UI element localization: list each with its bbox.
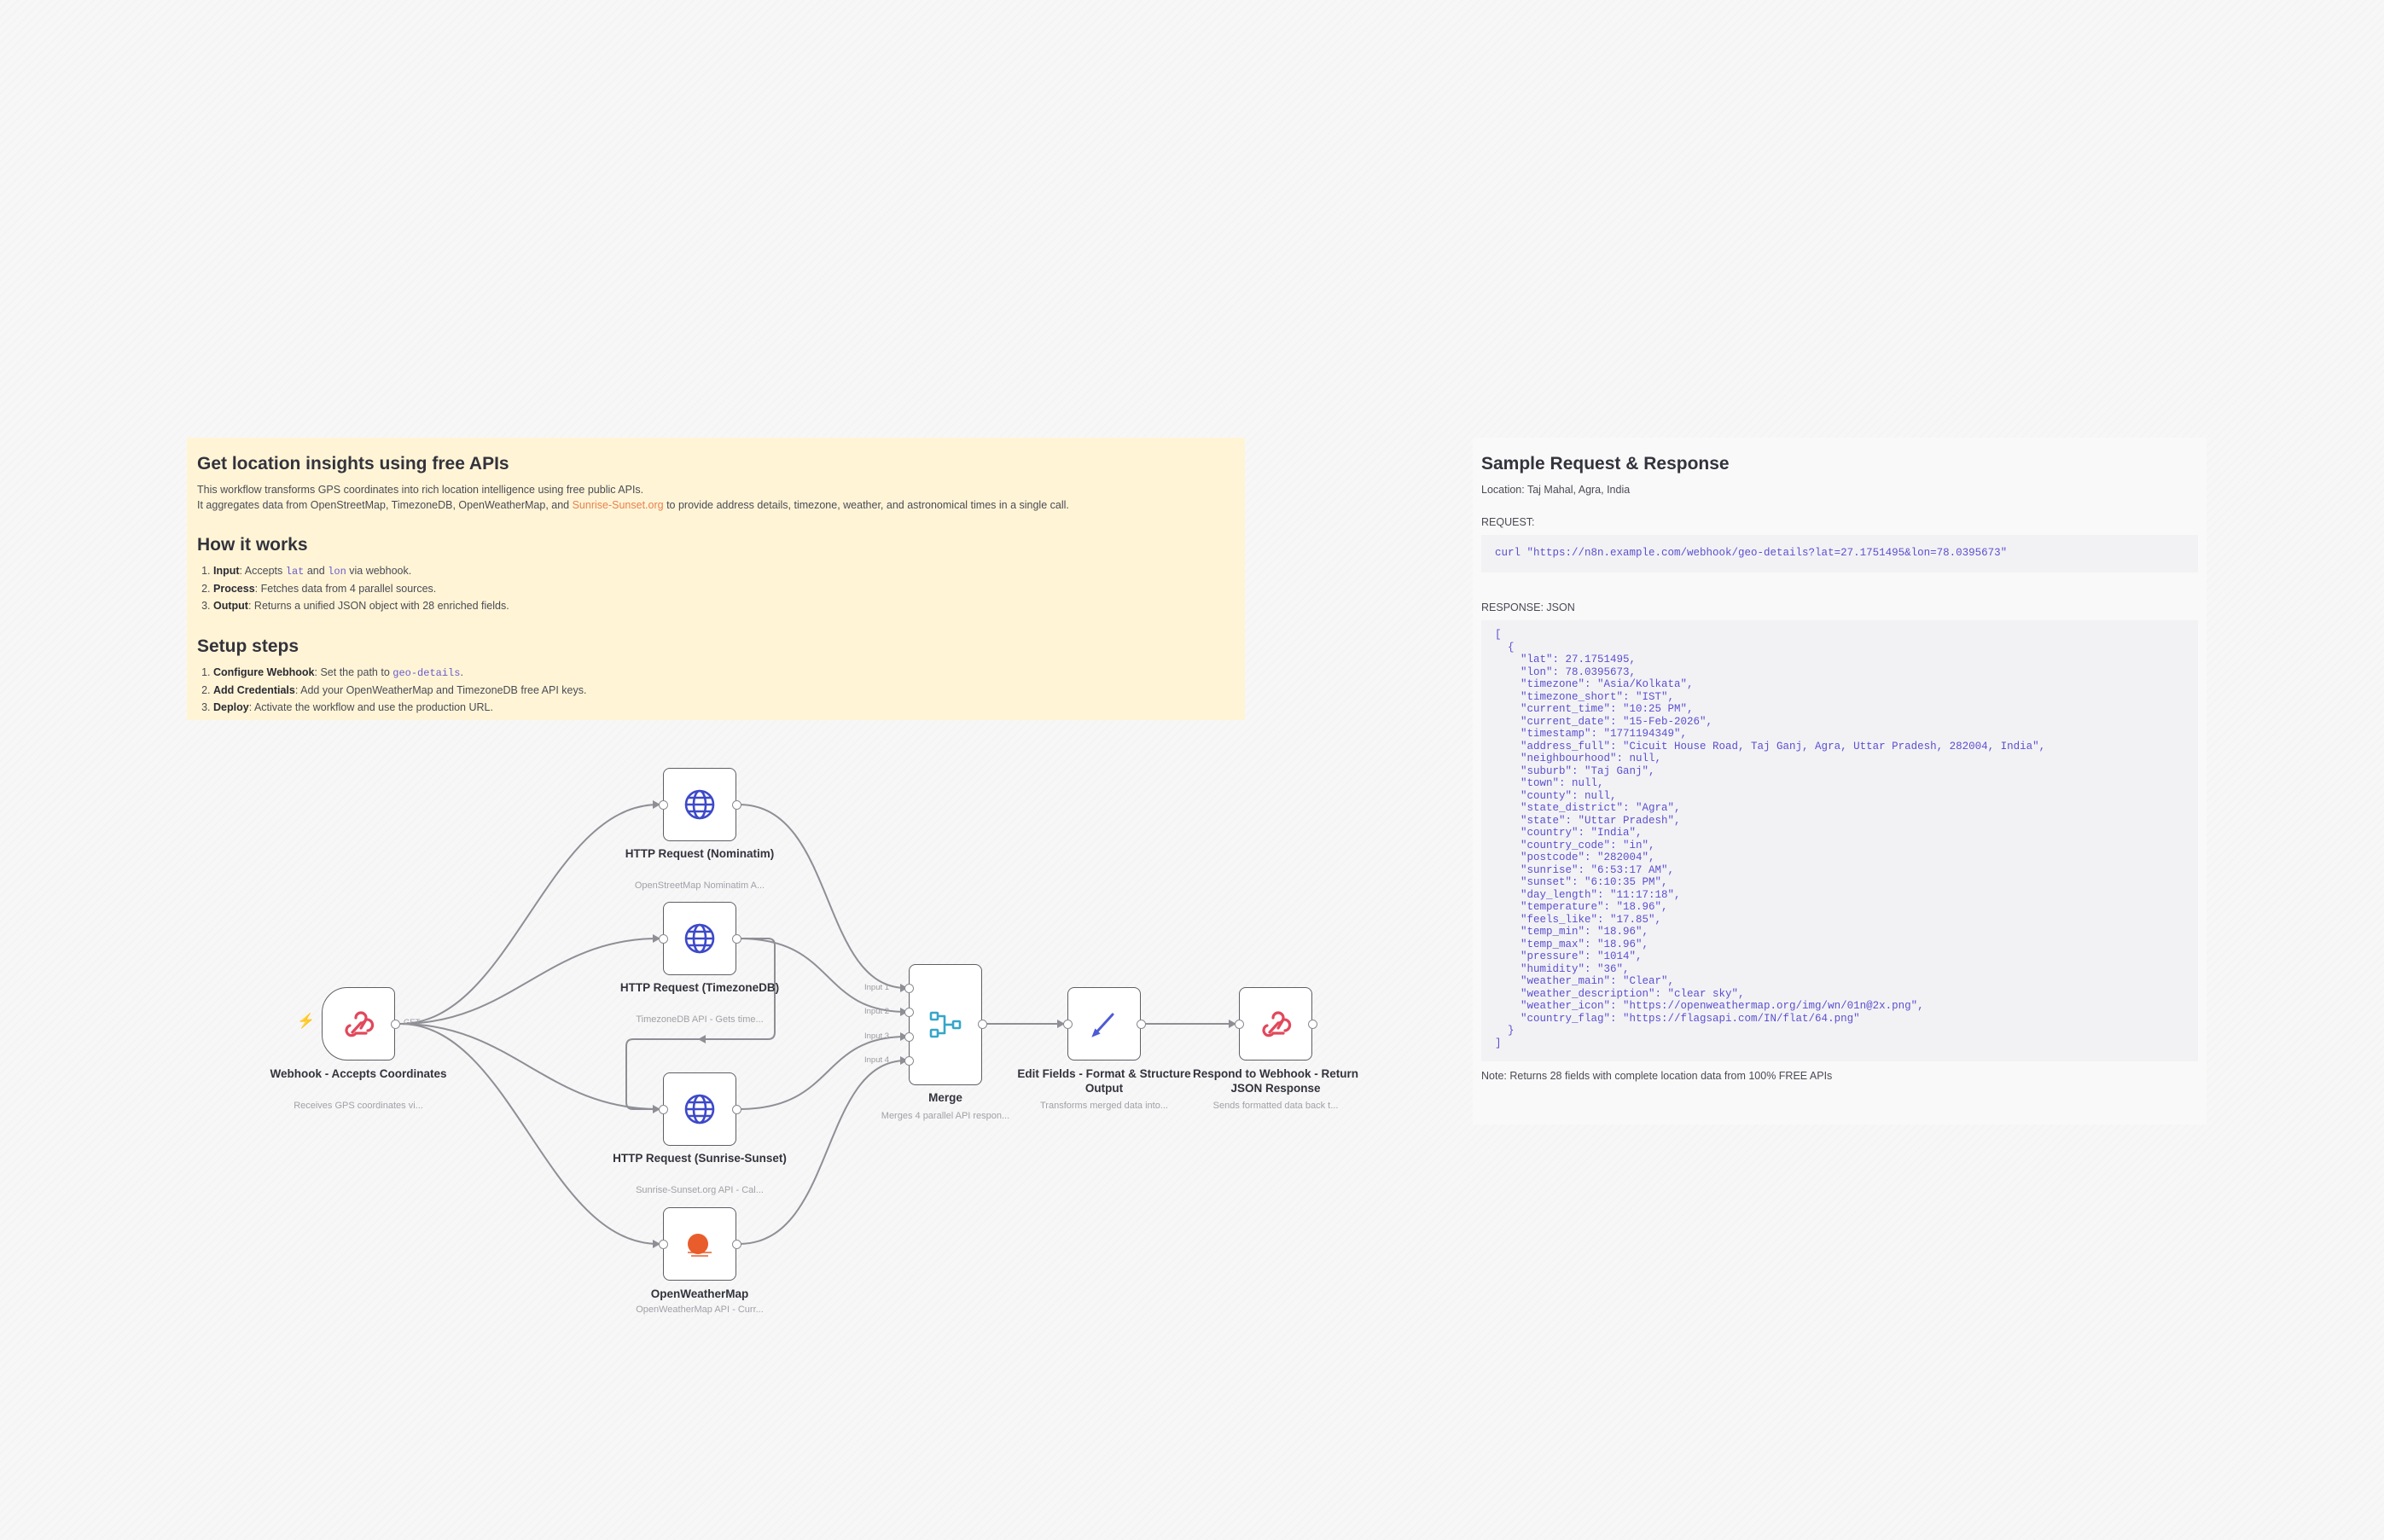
node-http-timezonedb[interactable]	[663, 902, 736, 975]
merge-input-4-handle[interactable]	[904, 1056, 914, 1066]
pencil-icon	[1091, 1013, 1114, 1037]
timezonedb-output-handle[interactable]	[732, 934, 741, 944]
node-webhook-subtitle: Receives GPS coordinates vi...	[294, 1101, 423, 1111]
openweather-output-handle[interactable]	[732, 1240, 741, 1249]
webhook-output-label: GET	[404, 1018, 421, 1027]
edit-output-handle[interactable]	[1137, 1020, 1146, 1029]
merge-input-3-label: Input 3	[864, 1032, 890, 1041]
node-merge-subtitle: Merges 4 parallel API respon...	[881, 1111, 1010, 1121]
node-http-nominatim[interactable]	[663, 768, 736, 841]
globe-icon	[684, 789, 715, 820]
node-http-timezonedb-title: HTTP Request (TimezoneDB)	[619, 981, 780, 994]
openweather-input-handle[interactable]	[659, 1240, 668, 1249]
globe-icon	[684, 923, 715, 954]
node-http-nominatim-subtitle: OpenStreetMap Nominatim A...	[634, 880, 765, 891]
node-http-nominatim-title: HTTP Request (Nominatim)	[625, 847, 775, 860]
connection-timezonedb-merge	[738, 938, 907, 1013]
node-edit-fields-subtitle: Transforms merged data into...	[1040, 1101, 1168, 1111]
node-edit-fields-title: Edit Fields - Format & Structure Output	[1017, 1067, 1191, 1095]
node-respond-title: Respond to Webhook - Return JSON Respons…	[1193, 1067, 1358, 1095]
merge-input-2-handle[interactable]	[904, 1008, 914, 1017]
node-http-sunrise-title: HTTP Request (Sunrise-Sunset)	[613, 1152, 787, 1165]
connections-layer	[399, 800, 1236, 1248]
merge-input-2-label: Input 2	[864, 1007, 890, 1016]
node-http-sunrise-subtitle: Sunrise-Sunset.org API - Cal...	[636, 1185, 764, 1195]
node-openweathermap[interactable]	[663, 1207, 736, 1281]
timezonedb-input-handle[interactable]	[659, 934, 668, 944]
respond-output-handle[interactable]	[1308, 1020, 1317, 1029]
merge-input-3-handle[interactable]	[904, 1032, 914, 1042]
merge-input-1-label: Input 1	[864, 983, 890, 992]
node-respond-subtitle: Sends formatted data back t...	[1212, 1101, 1339, 1111]
nominatim-input-handle[interactable]	[659, 800, 668, 810]
nominatim-output-handle[interactable]	[732, 800, 741, 810]
webhook-icon	[1262, 1011, 1292, 1037]
globe-icon	[684, 1094, 715, 1124]
edit-input-handle[interactable]	[1063, 1020, 1073, 1029]
node-openweathermap-title: OpenWeatherMap	[650, 1287, 749, 1300]
trigger-bolt-icon: ⚡	[297, 1013, 316, 1029]
webhook-icon	[345, 1011, 375, 1037]
node-merge[interactable]	[909, 964, 982, 1085]
connection-nominatim-merge	[738, 804, 907, 989]
node-webhook-title: Webhook - Accepts Coordinates	[270, 1067, 447, 1080]
node-http-sunrise-sunset[interactable]	[663, 1072, 736, 1146]
merge-input-1-handle[interactable]	[904, 984, 914, 993]
sunrise-input-handle[interactable]	[659, 1105, 668, 1114]
node-http-timezonedb-subtitle: TimezoneDB API - Gets time...	[636, 1014, 764, 1025]
node-edit-fields[interactable]	[1067, 987, 1141, 1061]
merge-output-handle[interactable]	[978, 1020, 987, 1029]
node-webhook[interactable]	[322, 987, 395, 1061]
connection-webhook-openweather	[399, 1023, 660, 1245]
respond-input-handle[interactable]	[1235, 1020, 1244, 1029]
merge-icon	[929, 1011, 962, 1038]
webhook-output-handle[interactable]	[391, 1020, 400, 1029]
sunrise-output-handle[interactable]	[732, 1105, 741, 1114]
merge-input-4-label: Input 4	[864, 1055, 890, 1065]
node-respond-to-webhook[interactable]	[1239, 987, 1312, 1061]
openweathermap-icon	[688, 1234, 712, 1257]
node-openweathermap-subtitle: OpenWeatherMap API - Curr...	[636, 1305, 764, 1315]
